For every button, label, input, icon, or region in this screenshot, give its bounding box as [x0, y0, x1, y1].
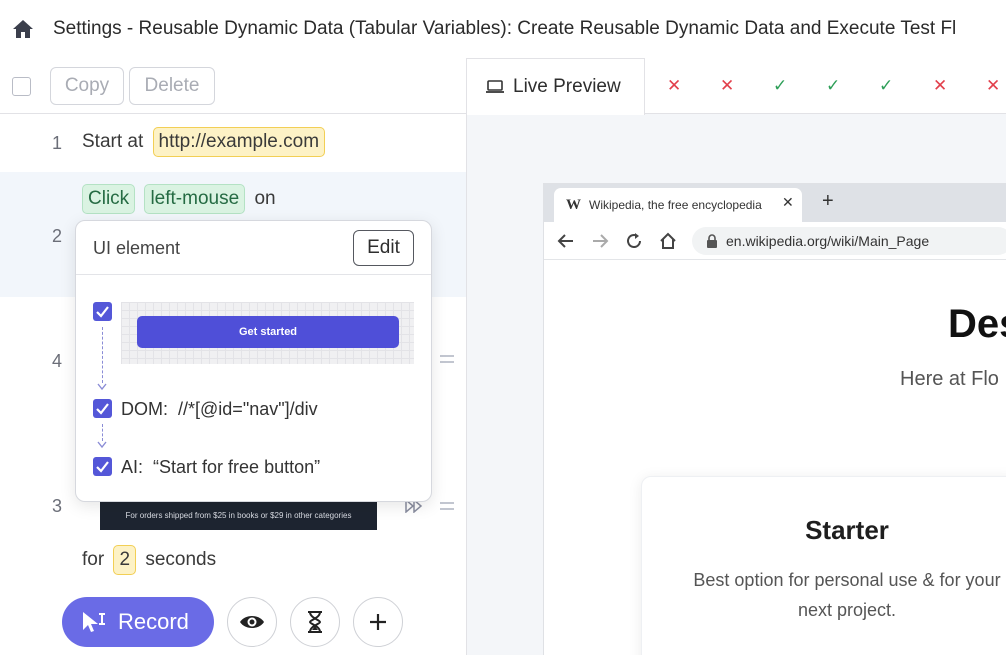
dom-checkbox[interactable]: [93, 399, 112, 418]
step-number: 4: [52, 351, 63, 371]
step-suffix: on: [254, 188, 276, 209]
ai-value: “Start for free button”: [153, 457, 321, 477]
lock-icon: [707, 234, 717, 248]
eye-icon: [240, 616, 264, 628]
tab-live-preview-label: Live Preview: [513, 76, 621, 97]
connector-line: [102, 327, 103, 383]
page-subheading: Here at Flo: [900, 368, 999, 390]
step-1-text: Start at http://example.com: [82, 127, 326, 157]
dom-label: DOM:: [121, 399, 168, 419]
check-icon: [96, 403, 109, 415]
run-result-fail-icon[interactable]: ✕: [720, 76, 734, 96]
dom-selector: DOM: //*[@id="nav"]/div: [121, 399, 318, 420]
record-button[interactable]: Record: [62, 597, 214, 647]
popup-title: UI element: [93, 238, 181, 258]
check-icon: [96, 306, 109, 318]
element-screenshot: For orders shipped from $25 in books or …: [100, 500, 377, 530]
run-result-fail-icon[interactable]: ✕: [986, 76, 1000, 96]
run-result-fail-icon[interactable]: ✕: [667, 76, 681, 96]
step-number: 2: [52, 226, 63, 246]
ui-element-popup: UI element Edit Get started DOM: //*[@id…: [75, 220, 432, 502]
run-result-pass-icon[interactable]: ✓: [879, 76, 893, 96]
step-prefix: Start at: [82, 131, 144, 152]
address-bar-url: en.wikipedia.org/wiki/Main_Page: [726, 233, 930, 249]
preview-toggle-button[interactable]: [227, 597, 277, 647]
step-suffix: seconds: [145, 549, 217, 570]
title-bar: Settings - Reusable Dynamic Data (Tabula…: [0, 0, 1006, 58]
connector-line: [102, 424, 103, 441]
url-chip[interactable]: http://example.com: [152, 127, 326, 157]
add-step-button[interactable]: [353, 597, 403, 647]
reload-icon[interactable]: [624, 231, 644, 251]
wait-button[interactable]: [290, 597, 340, 647]
arrow-down-icon: [97, 383, 107, 391]
drag-handle-icon[interactable]: [440, 502, 454, 510]
dom-value: //*[@id="nav"]/div: [178, 399, 318, 419]
step-prefix: for: [82, 549, 105, 570]
seconds-chip[interactable]: 2: [113, 545, 137, 575]
card-description: Best option for personal use & for your …: [693, 570, 1001, 620]
edit-button[interactable]: Edit: [353, 230, 414, 266]
preview-tabbar: Live Preview ✕ ✕ ✓ ✓ ✓ ✕ ✕: [467, 58, 1006, 115]
cursor-select-icon: [83, 612, 105, 632]
check-icon: [96, 461, 109, 473]
copy-button[interactable]: Copy: [50, 67, 124, 105]
laptop-icon: [486, 80, 504, 93]
browser-nav-bar: en.wikipedia.org/wiki/Main_Page: [544, 222, 1006, 260]
home-icon[interactable]: [658, 231, 678, 251]
step-3-text: for 2 seconds: [82, 545, 216, 575]
steps-toolbar: Copy Delete: [0, 58, 466, 114]
run-result-pass-icon[interactable]: ✓: [773, 76, 787, 96]
wikipedia-favicon: W: [566, 196, 581, 213]
ai-checkbox[interactable]: [93, 457, 112, 476]
arrow-down-icon: [97, 441, 107, 449]
run-result-fail-icon[interactable]: ✕: [933, 76, 947, 96]
ai-label: AI:: [121, 457, 144, 477]
mouse-button-chip[interactable]: left-mouse: [144, 184, 246, 214]
app-window: Settings - Reusable Dynamic Data (Tabula…: [0, 0, 1006, 655]
screenshot-checkbox[interactable]: [93, 302, 112, 321]
select-all-checkbox[interactable]: [12, 77, 31, 96]
forward-arrow-icon[interactable]: [590, 231, 610, 251]
back-arrow-icon[interactable]: [556, 231, 576, 251]
pricing-card: Starter Best option for personal use & f…: [641, 476, 1006, 655]
browser-tab-strip: W Wikipedia, the free encyclopedia ✕ +: [544, 184, 1006, 222]
page-title: Settings - Reusable Dynamic Data (Tabula…: [53, 18, 957, 39]
element-preview: Get started: [121, 302, 414, 364]
delete-button[interactable]: Delete: [129, 67, 215, 105]
drag-handle-icon[interactable]: [440, 355, 454, 363]
hourglass-icon: [308, 611, 322, 633]
plus-icon: [370, 614, 386, 630]
record-label: Record: [118, 609, 189, 634]
popup-header: UI element Edit: [76, 221, 431, 275]
action-chip[interactable]: Click: [82, 184, 136, 214]
tab-live-preview[interactable]: Live Preview: [467, 58, 645, 115]
close-tab-icon[interactable]: ✕: [782, 194, 794, 211]
step-2-text: Click left-mouse on: [82, 184, 276, 214]
step-number: 3: [52, 496, 63, 516]
ai-selector: AI: “Start for free button”: [121, 457, 320, 478]
browser-tab[interactable]: W Wikipedia, the free encyclopedia: [554, 188, 802, 222]
browser-tab-title: Wikipedia, the free encyclopedia: [589, 198, 762, 212]
home-icon[interactable]: [12, 19, 34, 39]
new-tab-icon[interactable]: +: [822, 190, 834, 213]
step-number: 1: [52, 133, 63, 153]
run-result-pass-icon[interactable]: ✓: [826, 76, 840, 96]
preview-get-started-button: Get started: [137, 316, 399, 348]
page-heading: Des: [948, 302, 1006, 346]
card-title: Starter: [805, 515, 889, 545]
address-bar[interactable]: en.wikipedia.org/wiki/Main_Page: [692, 227, 1006, 255]
